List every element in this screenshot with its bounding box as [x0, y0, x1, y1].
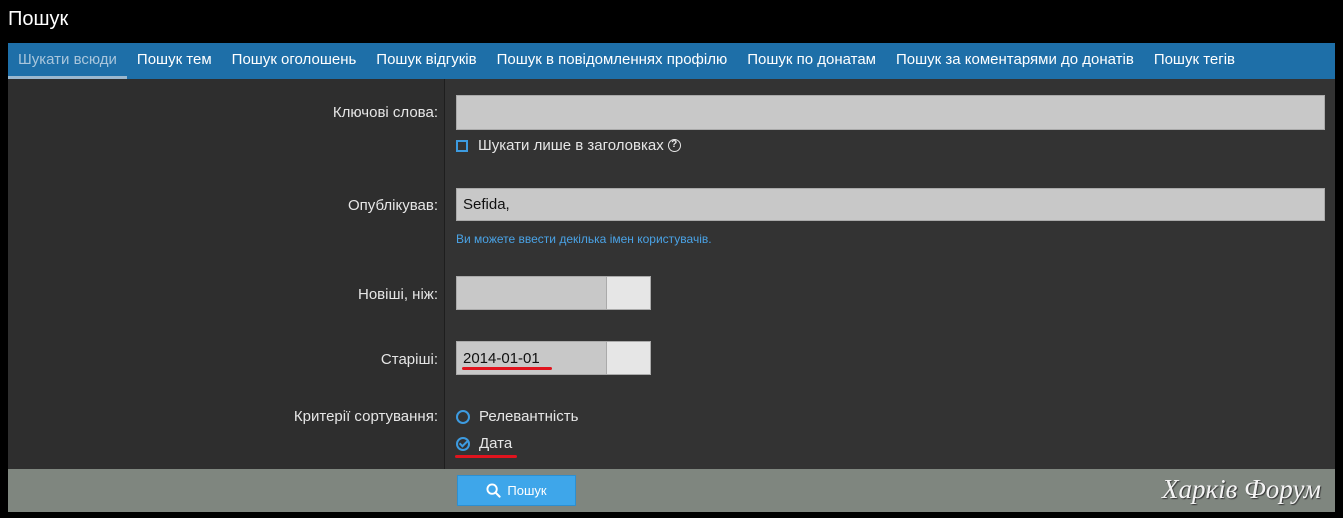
tab-search-everywhere[interactable]: Шукати всюди	[8, 43, 127, 79]
older-than-label: Старіші:	[380, 351, 438, 368]
sort-relevance-radio[interactable]	[456, 409, 470, 424]
older-than-red-underline	[462, 367, 552, 370]
posted-by-label: Опублікував:	[348, 197, 438, 214]
titles-only-label: Шукати лише в заголовках	[478, 137, 664, 154]
newer-than-input[interactable]	[456, 276, 607, 310]
site-watermark: Харків Форум	[1162, 474, 1321, 504]
tab-search-ads[interactable]: Пошук оголошень	[222, 43, 367, 79]
tab-search-donations[interactable]: Пошук по донатам	[737, 43, 886, 79]
sort-date-label: Дата	[479, 435, 513, 452]
tab-search-donation-comments[interactable]: Пошук за коментарями до донатів	[886, 43, 1144, 79]
search-tabs: Шукати всюди Пошук тем Пошук оголошень П…	[8, 43, 1335, 79]
search-button[interactable]: Пошук	[457, 475, 576, 506]
titles-only-row[interactable]: Шукати лише в заголовках ?	[456, 137, 681, 154]
newer-than-calendar-button[interactable]	[606, 276, 651, 310]
keywords-label: Ключові слова:	[332, 104, 438, 121]
search-button-label: Пошук	[507, 483, 547, 498]
older-than-calendar-button[interactable]	[606, 341, 651, 375]
keywords-input[interactable]	[456, 95, 1325, 130]
tab-search-threads[interactable]: Пошук тем	[127, 43, 222, 79]
help-icon[interactable]: ?	[667, 139, 681, 152]
tab-search-profile-posts[interactable]: Пошук в повідомленнях профілю	[487, 43, 738, 79]
sort-date-option[interactable]: Дата	[456, 435, 512, 452]
sort-date-radio[interactable]	[456, 436, 470, 451]
posted-by-input[interactable]	[456, 188, 1325, 221]
tab-search-tags[interactable]: Пошук тегів	[1144, 43, 1245, 79]
posted-by-hint: Ви можете ввести декілька імен користува…	[456, 232, 712, 246]
page-title: Пошук	[8, 8, 69, 30]
search-form: Ключові слова: Шукати лише в заголовках …	[8, 79, 1335, 469]
sort-relevance-option[interactable]: Релевантність	[456, 408, 578, 425]
newer-than-label: Новіші, ніж:	[358, 286, 438, 303]
form-footer: Пошук Харків Форум	[8, 469, 1335, 512]
search-icon	[486, 483, 502, 498]
tab-search-reviews[interactable]: Пошук відгуків	[366, 43, 486, 79]
sort-date-red-underline	[455, 455, 517, 458]
titles-only-checkbox[interactable]	[456, 139, 468, 152]
sort-label: Критерії сортування:	[293, 408, 438, 425]
sort-relevance-label: Релевантність	[479, 408, 579, 425]
